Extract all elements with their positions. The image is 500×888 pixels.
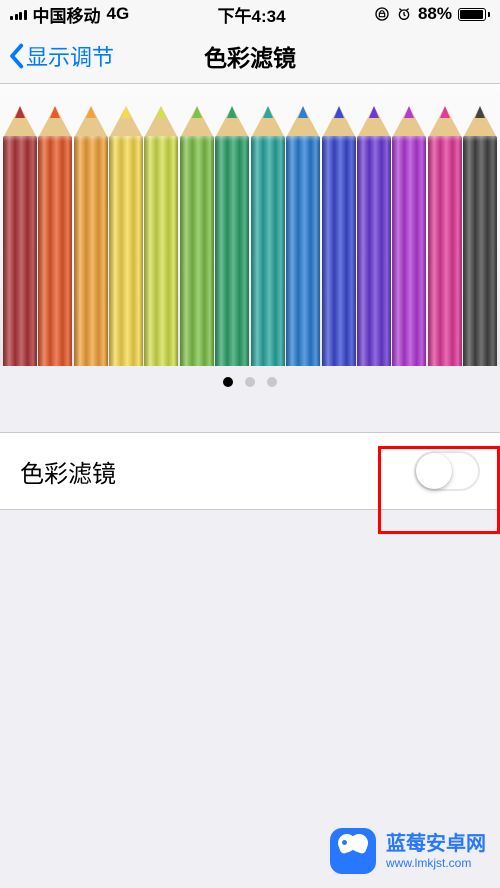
- watermark-url: www.lmkjst.com: [386, 856, 486, 870]
- battery-pct: 88%: [418, 4, 452, 24]
- pencil: [215, 106, 250, 366]
- pencil: [108, 106, 143, 366]
- chevron-left-icon: [8, 43, 24, 69]
- page-dot[interactable]: [267, 377, 277, 387]
- color-filter-cell: 色彩滤镜: [0, 432, 500, 510]
- clock: 下午4:34: [218, 2, 286, 27]
- status-right: 88%: [374, 4, 490, 24]
- color-filter-label: 色彩滤镜: [20, 454, 116, 489]
- signal-icon: [10, 8, 27, 20]
- network-label: 4G: [107, 4, 130, 24]
- switch-knob: [416, 453, 452, 489]
- watermark-name: 蓝莓安卓网: [386, 832, 486, 856]
- pencil: [462, 106, 497, 366]
- pencil: [427, 106, 462, 366]
- back-label: 显示调节: [26, 40, 114, 72]
- pencils-preview[interactable]: [0, 84, 500, 366]
- pencil: [144, 106, 179, 366]
- pencil: [2, 106, 37, 366]
- nav-bar: 显示调节 色彩滤镜: [0, 28, 500, 84]
- pencil: [179, 106, 214, 366]
- page-title: 色彩滤镜: [204, 39, 296, 73]
- page-dot[interactable]: [245, 377, 255, 387]
- back-button[interactable]: 显示调节: [8, 40, 114, 72]
- alarm-icon: [396, 6, 412, 22]
- pencil: [37, 106, 72, 366]
- battery-icon: [458, 8, 490, 21]
- pencil: [321, 106, 356, 366]
- color-filter-toggle[interactable]: [414, 451, 480, 491]
- pencil: [250, 106, 285, 366]
- carrier-label: 中国移动: [33, 2, 101, 27]
- pencil: [356, 106, 391, 366]
- status-bar: 中国移动 4G 下午4:34 88%: [0, 0, 500, 28]
- watermark-logo-icon: [330, 828, 376, 874]
- page-dots[interactable]: [0, 366, 500, 398]
- pencil: [392, 106, 427, 366]
- pencil: [285, 106, 320, 366]
- pencil: [73, 106, 108, 366]
- lock-icon: [374, 6, 390, 22]
- status-left: 中国移动 4G: [10, 2, 129, 27]
- page-dot[interactable]: [223, 377, 233, 387]
- watermark: 蓝莓安卓网 www.lmkjst.com: [330, 828, 486, 874]
